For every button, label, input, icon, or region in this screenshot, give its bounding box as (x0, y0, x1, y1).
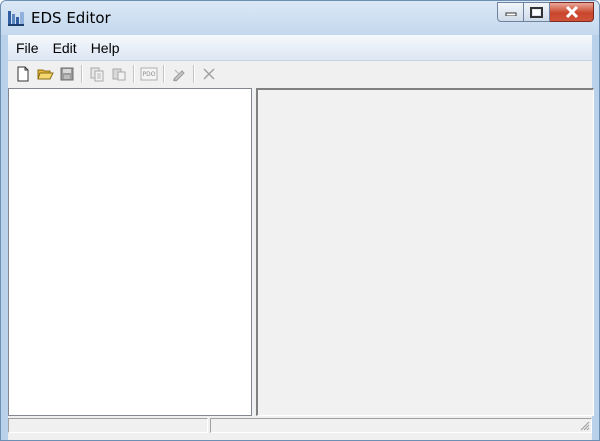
copy-button[interactable] (86, 63, 108, 85)
new-file-button[interactable] (12, 63, 34, 85)
pdo-icon: PDO (140, 67, 158, 81)
save-button[interactable] (56, 63, 78, 85)
maximize-button[interactable] (524, 2, 550, 22)
toolbar-separator (193, 65, 195, 83)
toolbar-separator (133, 65, 135, 83)
tree-view-pane[interactable] (8, 88, 252, 416)
pdo-label: PDO (143, 71, 156, 78)
menu-edit[interactable]: Edit (47, 40, 83, 56)
menu-file[interactable]: File (10, 40, 45, 56)
edit-button[interactable] (168, 63, 190, 85)
app-window: EDS Editor File Edit Help PDO (0, 0, 600, 441)
window-controls (497, 2, 594, 22)
open-button[interactable] (34, 63, 56, 85)
detail-pane[interactable] (256, 88, 594, 416)
minimize-icon (505, 12, 516, 16)
open-folder-icon (36, 69, 54, 80)
menu-help[interactable]: Help (85, 40, 126, 56)
resize-grip-icon[interactable] (578, 419, 590, 431)
title-bar[interactable]: EDS Editor (1, 1, 599, 35)
status-panel-1 (8, 418, 208, 433)
window-title: EDS Editor (31, 9, 111, 27)
delete-x-icon (203, 68, 215, 80)
delete-button[interactable] (198, 63, 220, 85)
edit-pen-icon (173, 69, 185, 82)
close-button[interactable] (550, 2, 594, 22)
client-area: File Edit Help PDO (8, 35, 594, 440)
toolbar-separator (81, 65, 83, 83)
copy-icon (90, 67, 104, 82)
new-file-icon (17, 66, 29, 82)
close-icon (565, 6, 578, 18)
menu-bar: File Edit Help (8, 35, 592, 61)
status-panel-2 (210, 418, 592, 433)
save-icon (60, 67, 74, 81)
pdo-button[interactable]: PDO (138, 63, 160, 85)
minimize-button[interactable] (497, 2, 524, 22)
toolbar-separator (163, 65, 165, 83)
maximize-icon (530, 6, 543, 18)
app-icon (8, 11, 24, 26)
paste-icon (112, 68, 126, 81)
paste-button[interactable] (108, 63, 130, 85)
toolbar: PDO (8, 61, 592, 87)
status-bar (8, 418, 592, 435)
